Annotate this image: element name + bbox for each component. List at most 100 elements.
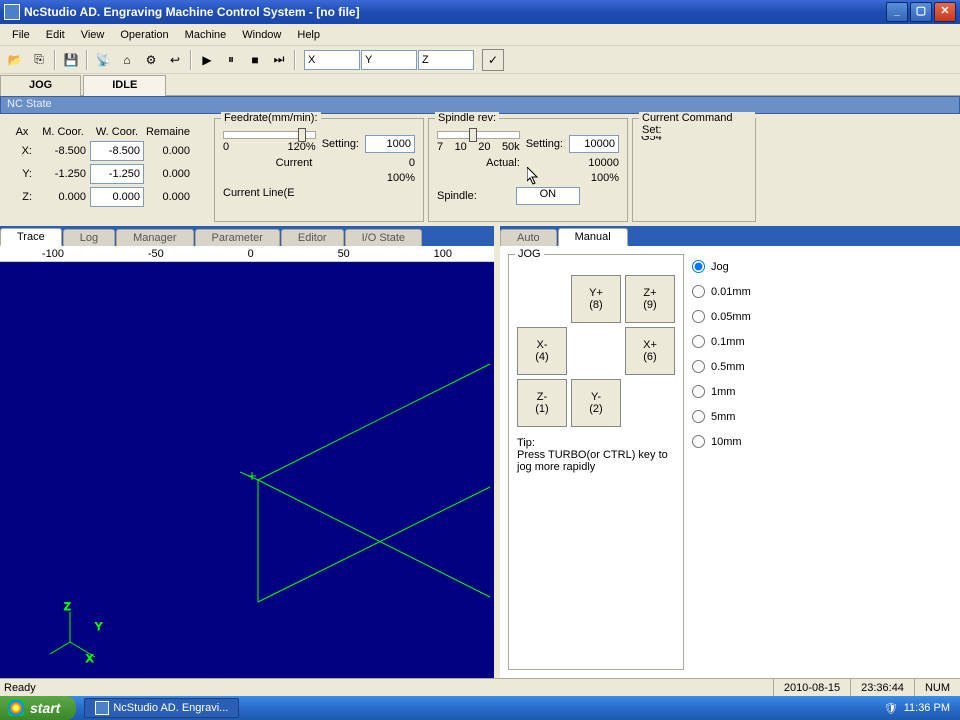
radio-10mm[interactable]	[692, 435, 705, 448]
mode-tab-jog[interactable]: JOG	[0, 75, 81, 96]
menu-machine[interactable]: Machine	[177, 27, 235, 43]
radio-01mm[interactable]	[692, 335, 705, 348]
status-bar: Ready 2010-08-15 23:36:44 NUM	[0, 678, 960, 696]
minimize-button[interactable]: _	[886, 2, 908, 22]
system-tray[interactable]: 🛡 11:36 PM	[874, 702, 960, 715]
start-button[interactable]: start	[0, 696, 76, 720]
menu-edit[interactable]: Edit	[38, 27, 73, 43]
status-time: 23:36:44	[850, 679, 914, 696]
feedrate-panel: Feedrate(mm/min): 0120% Setting: Current…	[214, 118, 424, 222]
radio-05mm[interactable]	[692, 360, 705, 373]
tab-log[interactable]: Log	[63, 229, 115, 246]
radio-005mm-label: 0.05mm	[711, 311, 751, 323]
radio-005mm[interactable]	[692, 310, 705, 323]
mode-tabs: JOG IDLE	[0, 74, 960, 96]
axis-x-wcoor-input[interactable]	[90, 141, 144, 161]
tray-icon[interactable]: 🛡	[884, 702, 898, 715]
jog-x-plus-button[interactable]: X+(6)	[625, 327, 675, 375]
axis-y-label: Y:	[8, 168, 36, 180]
status-ready: Ready	[0, 682, 773, 694]
spindle-percent: 100%	[591, 172, 619, 184]
open-icon[interactable]: 📂	[4, 49, 26, 71]
radio-1mm[interactable]	[692, 385, 705, 398]
radio-001mm[interactable]	[692, 285, 705, 298]
maximize-button[interactable]: ▢	[910, 2, 932, 22]
jog-y-minus-button[interactable]: Y-(2)	[571, 379, 621, 427]
radio-jog[interactable]	[692, 260, 705, 273]
feedrate-percent: 100%	[387, 172, 415, 184]
menu-window[interactable]: Window	[234, 27, 289, 43]
tab-auto[interactable]: Auto	[500, 229, 557, 246]
spindle-state-button[interactable]: ON	[516, 187, 580, 205]
spindle-legend: Spindle rev:	[435, 112, 499, 124]
current-line-label: Current Line(E	[223, 187, 415, 199]
radio-5mm-label: 5mm	[711, 411, 735, 423]
feedrate-current-value: 0	[365, 157, 415, 169]
feedrate-setting-label: Setting:	[322, 138, 359, 150]
spindle-slider[interactable]	[437, 131, 520, 139]
feedrate-setting-input[interactable]	[365, 135, 415, 153]
save-icon[interactable]: 💾	[60, 49, 82, 71]
jog-y-plus-button[interactable]: Y+(8)	[571, 275, 621, 323]
feedrate-legend: Feedrate(mm/min):	[221, 112, 321, 124]
ruler-tick: 0	[248, 248, 254, 260]
taskbar-app[interactable]: NcStudio AD. Engravi...	[84, 698, 239, 718]
tool-icon[interactable]: ⚙	[140, 49, 162, 71]
tab-trace[interactable]: Trace	[0, 228, 62, 246]
svg-text:Y: Y	[95, 621, 103, 633]
menu-file[interactable]: File	[4, 27, 38, 43]
close-button[interactable]: ✕	[934, 2, 956, 22]
axis-z-label: Z:	[8, 191, 36, 203]
tip-label: Tip:	[517, 437, 675, 449]
menu-operation[interactable]: Operation	[112, 27, 176, 43]
jog-z-minus-button[interactable]: Z-(1)	[517, 379, 567, 427]
feedrate-tick-lo: 0	[223, 141, 229, 153]
tab-manual[interactable]: Manual	[558, 228, 628, 246]
pause-icon[interactable]: ⏸	[220, 49, 242, 71]
tab-editor[interactable]: Editor	[281, 229, 344, 246]
jog-x-minus-button[interactable]: X-(4)	[517, 327, 567, 375]
home-icon[interactable]: ⌂	[116, 49, 138, 71]
spindle-panel: Spindle rev: 7 10 20 50k Setting: Actual…	[428, 118, 628, 222]
coord-y-input[interactable]	[361, 50, 417, 70]
ruler-tick: -50	[148, 248, 164, 260]
ruler-tick: 100	[434, 248, 452, 260]
tab-iostate[interactable]: I/O State	[345, 229, 422, 246]
goto-icon[interactable]: ✓	[482, 49, 504, 71]
unload-icon[interactable]: ⎘	[28, 49, 50, 71]
axis-z-remain: 0.000	[144, 191, 192, 203]
toolbar: 📂 ⎘ 💾 📡 ⌂ ⚙ ↩ ▶ ⏸ ■ ⏭ ✓	[0, 46, 960, 74]
radio-5mm[interactable]	[692, 410, 705, 423]
step-icon[interactable]: ⏭	[268, 49, 290, 71]
tab-parameter[interactable]: Parameter	[195, 229, 280, 246]
radio-jog-label: Jog	[711, 261, 729, 273]
mode-tab-idle[interactable]: IDLE	[83, 75, 166, 96]
radio-05mm-label: 0.5mm	[711, 361, 745, 373]
coord-z-input[interactable]	[418, 50, 474, 70]
stop-icon[interactable]: ■	[244, 49, 266, 71]
play-icon[interactable]: ▶	[196, 49, 218, 71]
axis-header-mcoor: M. Coor.	[36, 126, 90, 138]
broadcast-icon[interactable]: 📡	[92, 49, 114, 71]
menu-help[interactable]: Help	[289, 27, 328, 43]
menu-bar: File Edit View Operation Machine Window …	[0, 24, 960, 46]
radio-01mm-label: 0.1mm	[711, 336, 745, 348]
axis-y-wcoor-input[interactable]	[90, 164, 144, 184]
coord-x-input[interactable]	[304, 50, 360, 70]
menu-view[interactable]: View	[73, 27, 113, 43]
status-num: NUM	[914, 679, 960, 696]
axis-x-remain: 0.000	[144, 145, 192, 157]
ruler-tick: -100	[42, 248, 64, 260]
spindle-setting-input[interactable]	[569, 135, 619, 153]
taskbar: start NcStudio AD. Engravi... 🛡 11:36 PM	[0, 696, 960, 720]
manual-pane: JOG Y+(8) Z+(9) X-(4) X+(6) Z-(1) Y-(2) …	[500, 246, 960, 678]
feedrate-slider[interactable]	[223, 131, 316, 139]
spindle-tick-10: 10	[455, 141, 467, 153]
axis-y-mcoor: -1.250	[36, 168, 90, 180]
trace-canvas[interactable]: Z Y X	[0, 262, 494, 678]
axis-z-wcoor-input[interactable]	[90, 187, 144, 207]
jog-z-plus-button[interactable]: Z+(9)	[625, 275, 675, 323]
tab-manager[interactable]: Manager	[116, 229, 193, 246]
svg-text:Z: Z	[64, 601, 71, 613]
return-icon[interactable]: ↩	[164, 49, 186, 71]
